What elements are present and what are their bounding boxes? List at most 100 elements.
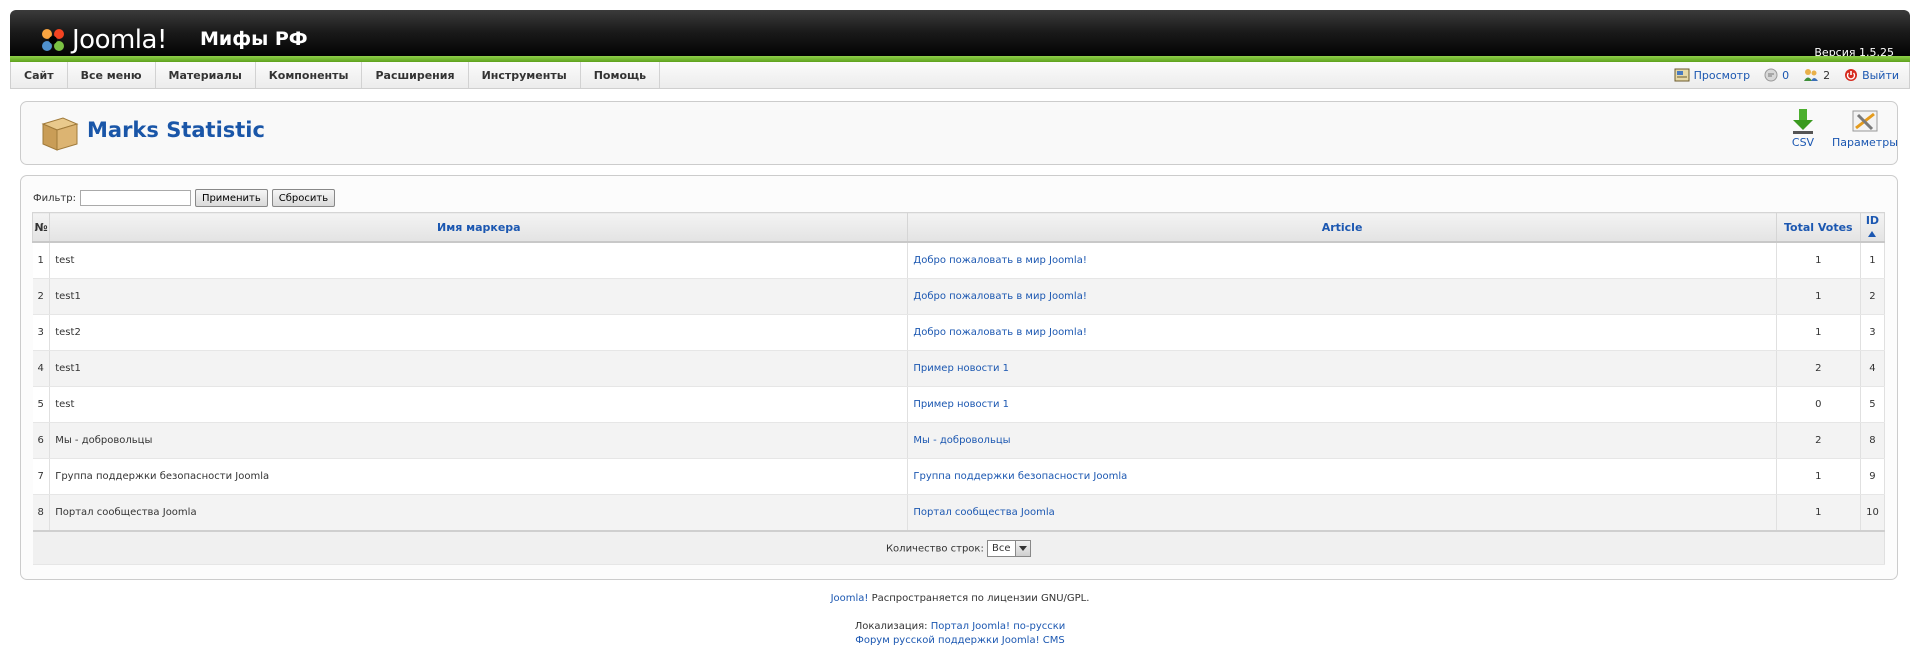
cell-num: 6: [32, 422, 51, 459]
cell-num: 2: [32, 278, 51, 315]
settings-button[interactable]: Параметры: [1832, 106, 1898, 149]
cell-article-link[interactable]: Пример новости 1: [907, 350, 1777, 387]
localization-line: Локализация: Портал Joomla! по-русски: [0, 620, 1920, 634]
cell-votes: 0: [1776, 386, 1861, 423]
column-header-id[interactable]: ID: [1859, 212, 1886, 243]
logout-label: Выйти: [1862, 68, 1899, 82]
column-header-votes[interactable]: Total Votes: [1775, 212, 1861, 243]
menu-item-all-menus[interactable]: Все меню: [68, 62, 156, 88]
localization-link[interactable]: Портал Joomla! по-русски: [931, 621, 1066, 632]
csv-button[interactable]: CSV: [1788, 106, 1818, 149]
cell-article-link[interactable]: Добро пожаловать в мир Joomla!: [907, 278, 1777, 315]
cell-votes: 1: [1776, 314, 1861, 351]
page-title: Marks Statistic: [87, 118, 265, 142]
cell-num: 4: [32, 350, 51, 387]
menu-item-components[interactable]: Компоненты: [256, 62, 363, 88]
users-icon: [1804, 69, 1819, 81]
marks-table: № Имя маркера Article Total Votes ID 1 t…: [31, 212, 1886, 565]
messages-indicator[interactable]: 0: [1764, 68, 1789, 82]
main-menu: Сайт Все меню Материалы Компоненты Расши…: [10, 62, 1910, 89]
reset-button[interactable]: Сбросить: [271, 189, 336, 207]
table-header-row: № Имя маркера Article Total Votes ID: [31, 212, 1886, 243]
footer-spacer: [0, 606, 1920, 620]
cell-votes: 1: [1776, 494, 1861, 532]
menu-item-tools[interactable]: Инструменты: [469, 62, 581, 88]
joomla-link[interactable]: Joomla!: [831, 593, 869, 604]
cell-marker: test: [49, 242, 909, 279]
cell-id: 3: [1860, 314, 1886, 351]
cell-marker: test1: [49, 350, 909, 387]
joomla-logo: Joomla!: [38, 24, 167, 56]
chevron-down-icon: [1014, 540, 1030, 556]
cell-num: 5: [32, 386, 51, 423]
apply-button[interactable]: Применить: [194, 189, 268, 207]
cell-article-link[interactable]: Группа поддержки безопасности Joomla: [907, 458, 1777, 495]
filter-bar: Фильтр: Применить Сбросить: [33, 189, 336, 207]
header-bar: Joomla! Мифы РФ Версия 1.5.25: [10, 10, 1910, 59]
cell-id: 1: [1860, 242, 1886, 279]
cell-article-link[interactable]: Мы - добровольцы: [907, 422, 1777, 459]
cell-votes: 1: [1776, 242, 1861, 279]
site-title: Мифы РФ: [200, 28, 308, 50]
logout-link[interactable]: Выйти: [1844, 68, 1899, 82]
cell-votes: 1: [1776, 278, 1861, 315]
menu-item-help[interactable]: Помощь: [581, 62, 661, 88]
content-box: Фильтр: Применить Сбросить № Имя маркера…: [20, 175, 1898, 580]
cell-num: 8: [32, 494, 51, 532]
column-header-marker[interactable]: Имя маркера: [49, 212, 909, 243]
table-row: 3 test2 Добро пожаловать в мир Joomla! 1…: [32, 314, 1886, 351]
cell-article-link[interactable]: Пример новости 1: [907, 386, 1777, 423]
table-row: 1 test Добро пожаловать в мир Joomla! 1 …: [32, 242, 1886, 279]
cell-marker: Портал сообщества Joomla: [49, 494, 909, 532]
cell-marker: test2: [49, 314, 909, 351]
preview-icon: [1674, 68, 1690, 82]
forum-link[interactable]: Форум русской поддержки Joomla! CMS: [855, 635, 1065, 646]
filter-label: Фильтр:: [33, 192, 76, 204]
menu-item-site[interactable]: Сайт: [11, 62, 68, 88]
cell-id: 9: [1860, 458, 1886, 495]
table-row: 2 test1 Добро пожаловать в мир Joomla! 1…: [32, 278, 1886, 315]
filter-input[interactable]: [79, 190, 191, 206]
cell-marker: test1: [49, 278, 909, 315]
csv-label: CSV: [1791, 136, 1815, 149]
column-header-article[interactable]: Article: [907, 212, 1777, 243]
cell-article-link[interactable]: Портал сообщества Joomla: [907, 494, 1777, 532]
table-row: 4 test1 Пример новости 1 2 4: [32, 350, 1886, 387]
cell-num: 1: [32, 242, 51, 279]
cell-num: 3: [32, 314, 51, 351]
table-row: 8 Портал сообщества Joomla Портал сообще…: [32, 494, 1886, 532]
settings-label: Параметры: [1832, 136, 1898, 149]
users-indicator[interactable]: 2: [1803, 68, 1830, 82]
cell-votes: 2: [1776, 350, 1861, 387]
cell-id: 2: [1860, 278, 1886, 315]
messages-count: 0: [1782, 68, 1790, 82]
cell-marker: test: [49, 386, 909, 423]
cell-article-link[interactable]: Добро пожаловать в мир Joomla!: [907, 242, 1777, 279]
download-icon: [1793, 109, 1813, 134]
cell-article-link[interactable]: Добро пожаловать в мир Joomla!: [907, 314, 1777, 351]
license-line: Joomla! Распространяется по лицензии GNU…: [0, 592, 1920, 606]
cell-votes: 2: [1776, 422, 1861, 459]
rows-per-page-select[interactable]: Все: [987, 539, 1031, 557]
localization-label: Локализация:: [854, 621, 931, 632]
cell-id: 10: [1860, 494, 1886, 532]
id-header-label: ID: [1865, 214, 1880, 227]
settings-icon: [1852, 110, 1878, 132]
cell-votes: 1: [1776, 458, 1861, 495]
license-text: Распространяется по лицензии GNU/GPL.: [868, 593, 1090, 604]
table-row: 7 Группа поддержки безопасности Joomla Г…: [32, 458, 1886, 495]
menu-item-extensions[interactable]: Расширения: [362, 62, 469, 88]
pagination-cell: Количество строк: Все: [32, 530, 1885, 565]
cell-id: 8: [1860, 422, 1886, 459]
page-footer: Joomla! Распространяется по лицензии GNU…: [0, 592, 1920, 648]
column-header-num: №: [31, 212, 51, 243]
preview-link[interactable]: Просмотр: [1674, 68, 1750, 82]
cell-id: 4: [1860, 350, 1886, 387]
joomla-logo-icon: [42, 29, 64, 51]
rows-per-page-value: Все: [992, 542, 1011, 554]
status-area: Просмотр 0 2 Выйти: [1674, 62, 1899, 88]
rows-per-page-label: Количество строк:: [885, 543, 984, 554]
component-box-icon: [41, 117, 79, 151]
menu-item-content[interactable]: Материалы: [156, 62, 256, 88]
messages-icon: [1764, 68, 1778, 82]
